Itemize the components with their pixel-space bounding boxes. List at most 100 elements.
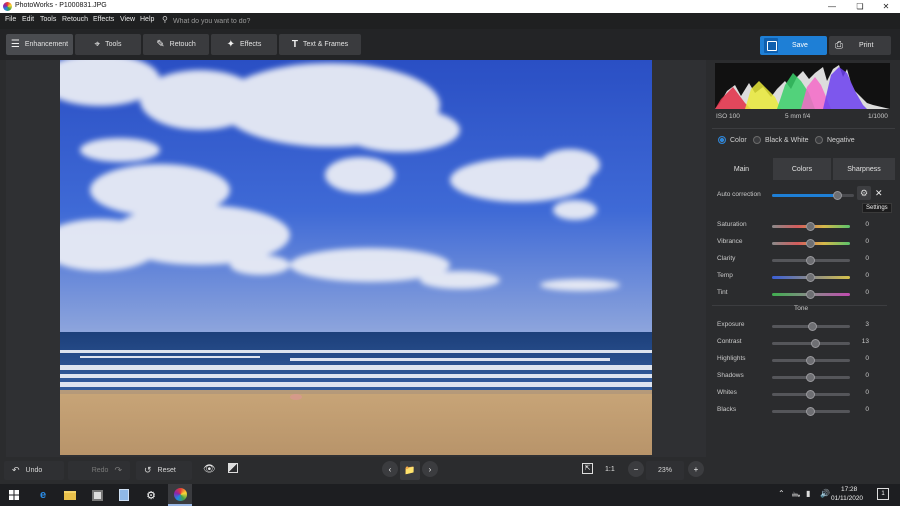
close-icon[interactable]: ✕: [875, 188, 883, 199]
slider-knob[interactable]: [806, 407, 815, 416]
menu-retouch[interactable]: Retouch: [62, 16, 88, 23]
adjustments-panel: [706, 60, 900, 484]
brush-icon: ✎: [156, 39, 165, 50]
ratio-button[interactable]: 1:1: [605, 466, 615, 473]
auto-correction-knob[interactable]: [832, 191, 842, 200]
undo-button[interactable]: ↶ Undo: [4, 461, 64, 480]
divider: [712, 128, 895, 129]
save-button[interactable]: Save: [760, 36, 827, 55]
tab-main[interactable]: Main: [712, 158, 771, 180]
tab-enhancement[interactable]: ☰ Enhancement: [6, 34, 73, 55]
print-label: Print: [859, 42, 874, 49]
print-button[interactable]: ⎙ Print: [829, 36, 891, 55]
volume-icon[interactable]: 🔊: [820, 489, 830, 498]
crop-icon: ⌖: [94, 39, 101, 50]
zoom-out-button[interactable]: −: [628, 461, 644, 477]
photoworks-taskbar-icon[interactable]: [168, 484, 192, 506]
slider-knob[interactable]: [806, 356, 815, 365]
search-box[interactable]: ⚲: [162, 15, 342, 27]
magic-wand-icon: ✦: [226, 39, 236, 50]
file-explorer-icon[interactable]: [62, 487, 78, 503]
minimize-icon[interactable]: —: [820, 0, 844, 13]
mode-bw-radio[interactable]: Black & White: [753, 136, 809, 144]
slider-value: 13: [861, 338, 869, 345]
reset-button[interactable]: ↺ Reset: [136, 461, 192, 480]
auto-correction-label: Auto correction: [717, 191, 761, 198]
tab-text-frames[interactable]: T Text & Frames: [279, 34, 361, 55]
redo-button[interactable]: Redo ↷: [68, 461, 130, 480]
slider-value: 0: [865, 406, 869, 413]
notepad-icon[interactable]: [116, 487, 132, 503]
tab-label: Tools: [105, 41, 122, 48]
restore-icon[interactable]: ❏: [848, 0, 872, 13]
windows-taskbar: e ⚙ ⌃ 🖦 ▮ 🔊 17:28 01/11/2020 1: [0, 484, 900, 506]
notification-count: 1: [881, 491, 885, 497]
edge-browser-icon[interactable]: e: [35, 487, 51, 503]
radio-dot: [753, 136, 761, 144]
gear-icon[interactable]: ⚙: [857, 186, 871, 200]
battery-icon[interactable]: ▮: [806, 489, 810, 498]
eye-icon[interactable]: 👁: [203, 464, 216, 475]
next-image-button[interactable]: ›: [422, 461, 438, 477]
zoom-in-button[interactable]: +: [688, 461, 704, 477]
slider-knob[interactable]: [806, 239, 815, 248]
slider-knob[interactable]: [806, 373, 815, 382]
undo-label: Undo: [25, 467, 43, 474]
histogram-graph: [715, 65, 890, 109]
printer-icon: ⎙: [835, 40, 843, 51]
clock-date[interactable]: 01/11/2020: [831, 495, 863, 502]
auto-correction-slider[interactable]: [772, 191, 854, 200]
chevron-up-icon[interactable]: ⌃: [778, 489, 785, 498]
tab-effects[interactable]: ✦ Effects: [211, 34, 277, 55]
slider-knob[interactable]: [806, 256, 815, 265]
menu-help[interactable]: Help: [140, 16, 154, 23]
folder-icon[interactable]: 📁: [400, 461, 420, 480]
close-window-icon[interactable]: ✕: [874, 0, 898, 13]
tab-tools[interactable]: ⌖ Tools: [75, 34, 141, 55]
clock-time[interactable]: 17:28: [841, 486, 857, 493]
slider-value: 3: [865, 321, 869, 328]
tab-label: Enhancement: [24, 41, 69, 48]
slider-label: Whites: [717, 389, 737, 396]
fit-screen-icon[interactable]: ⇱: [582, 463, 593, 474]
tab-colors[interactable]: Colors: [773, 158, 831, 180]
prev-image-button[interactable]: ‹: [382, 461, 398, 477]
slider-value: 0: [865, 372, 869, 379]
settings-gear-icon[interactable]: ⚙: [143, 487, 159, 503]
text-icon: T: [291, 39, 298, 50]
tab-retouch[interactable]: ✎ Retouch: [143, 34, 209, 55]
mode-color-radio[interactable]: Color: [718, 136, 747, 144]
store-icon[interactable]: [89, 487, 105, 503]
undo-icon: ↶: [12, 465, 20, 475]
menu-view[interactable]: View: [120, 16, 135, 23]
photo-canvas[interactable]: [60, 60, 652, 455]
bottom-bar: ↶ Undo Redo ↷ ↺ Reset 👁 ‹ 📁 › ⇱ 1:1 − 23…: [0, 457, 706, 484]
slider-knob[interactable]: [806, 222, 815, 231]
histogram: [715, 63, 890, 109]
zoom-level[interactable]: 23%: [646, 461, 684, 480]
slider-knob[interactable]: [806, 273, 815, 282]
slider-label: Temp: [717, 272, 733, 279]
slider-knob[interactable]: [807, 322, 817, 331]
slider-label: Contrast: [717, 338, 742, 345]
notification-center-icon[interactable]: 1: [877, 488, 889, 500]
menu-tools[interactable]: Tools: [40, 16, 56, 23]
radio-dot: [815, 136, 823, 144]
mode-negative-radio[interactable]: Negative: [815, 136, 855, 144]
exif-shutter: 1/1000: [868, 113, 888, 120]
menu-effects[interactable]: Effects: [93, 16, 114, 23]
tab-sharpness[interactable]: Sharpness: [833, 158, 895, 180]
radio-dot: [718, 136, 726, 144]
slider-knob[interactable]: [806, 290, 815, 299]
windows-start-icon[interactable]: [6, 487, 22, 503]
slider-value: 0: [865, 272, 869, 279]
menu-file[interactable]: File: [5, 16, 16, 23]
slider-knob[interactable]: [806, 390, 815, 399]
compare-icon[interactable]: [228, 463, 238, 473]
slider-value: 0: [865, 289, 869, 296]
network-icon[interactable]: 🖦: [792, 489, 800, 503]
exif-iso: ISO 100: [716, 113, 740, 120]
tab-label: Effects: [240, 41, 262, 48]
search-input[interactable]: [173, 15, 333, 27]
menu-edit[interactable]: Edit: [22, 16, 34, 23]
